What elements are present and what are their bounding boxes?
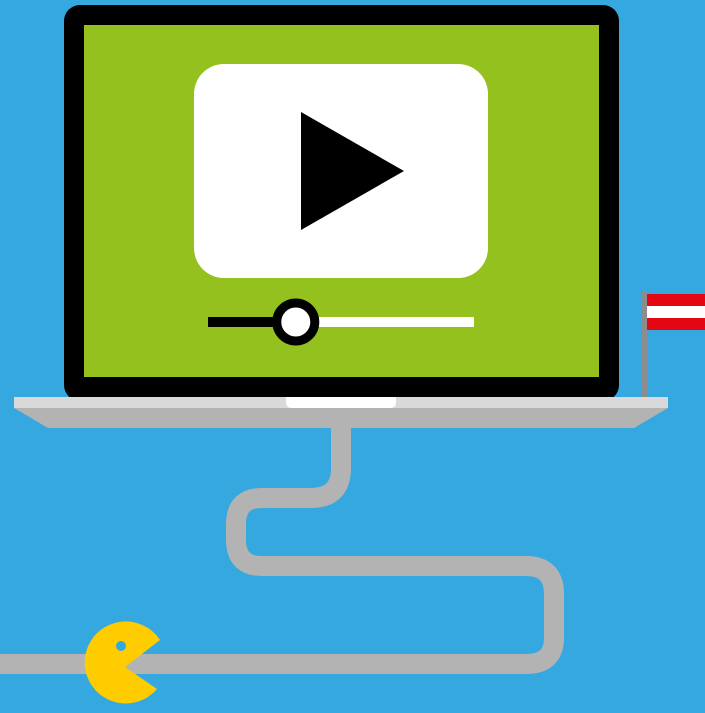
austria-flag-icon (642, 292, 705, 397)
laptop-notch (286, 397, 396, 408)
flag-stripe-bottom (647, 318, 705, 330)
progress-handle[interactable] (272, 298, 320, 346)
flag-stripe-middle (647, 306, 705, 318)
pacman-eye (116, 641, 126, 651)
cable (0, 410, 564, 674)
flag-stripe-top (647, 294, 705, 306)
flag-pole (642, 292, 647, 397)
illustration-scene (0, 0, 705, 713)
laptop-video-illustration (0, 5, 705, 704)
